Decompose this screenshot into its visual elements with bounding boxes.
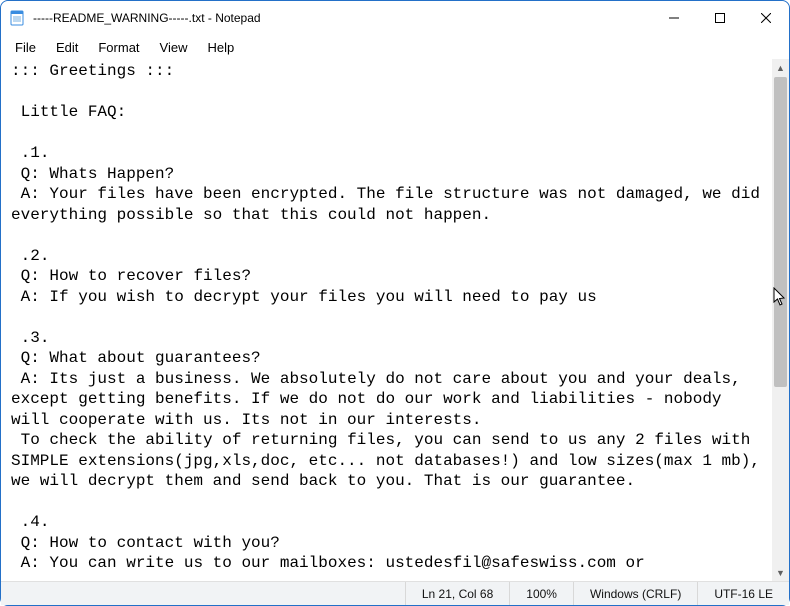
scroll-down-arrow-icon[interactable]: ▼ <box>772 564 789 581</box>
statusbar: Ln 21, Col 68 100% Windows (CRLF) UTF-16… <box>1 581 789 605</box>
menu-edit[interactable]: Edit <box>46 38 88 57</box>
editor-container: ::: Greetings ::: Little FAQ: .1. Q: Wha… <box>1 59 789 581</box>
minimize-button[interactable] <box>651 1 697 35</box>
titlebar: -----README_WARNING-----.txt - Notepad <box>1 1 789 35</box>
scrollbar-thumb[interactable] <box>774 77 787 387</box>
menu-view[interactable]: View <box>150 38 198 57</box>
vertical-scrollbar[interactable]: ▲ ▼ <box>772 59 789 581</box>
menubar: File Edit Format View Help <box>1 35 789 59</box>
status-encoding: UTF-16 LE <box>697 582 789 605</box>
notepad-icon <box>9 10 25 26</box>
maximize-button[interactable] <box>697 1 743 35</box>
window-title: -----README_WARNING-----.txt - Notepad <box>33 11 261 25</box>
menu-help[interactable]: Help <box>197 38 244 57</box>
window-controls <box>651 1 789 35</box>
menu-format[interactable]: Format <box>88 38 149 57</box>
status-zoom: 100% <box>509 582 573 605</box>
status-line-endings: Windows (CRLF) <box>573 582 697 605</box>
scroll-up-arrow-icon[interactable]: ▲ <box>772 59 789 76</box>
close-button[interactable] <box>743 1 789 35</box>
status-cursor-position: Ln 21, Col 68 <box>405 582 509 605</box>
text-editor[interactable]: ::: Greetings ::: Little FAQ: .1. Q: Wha… <box>1 59 772 581</box>
menu-file[interactable]: File <box>5 38 46 57</box>
